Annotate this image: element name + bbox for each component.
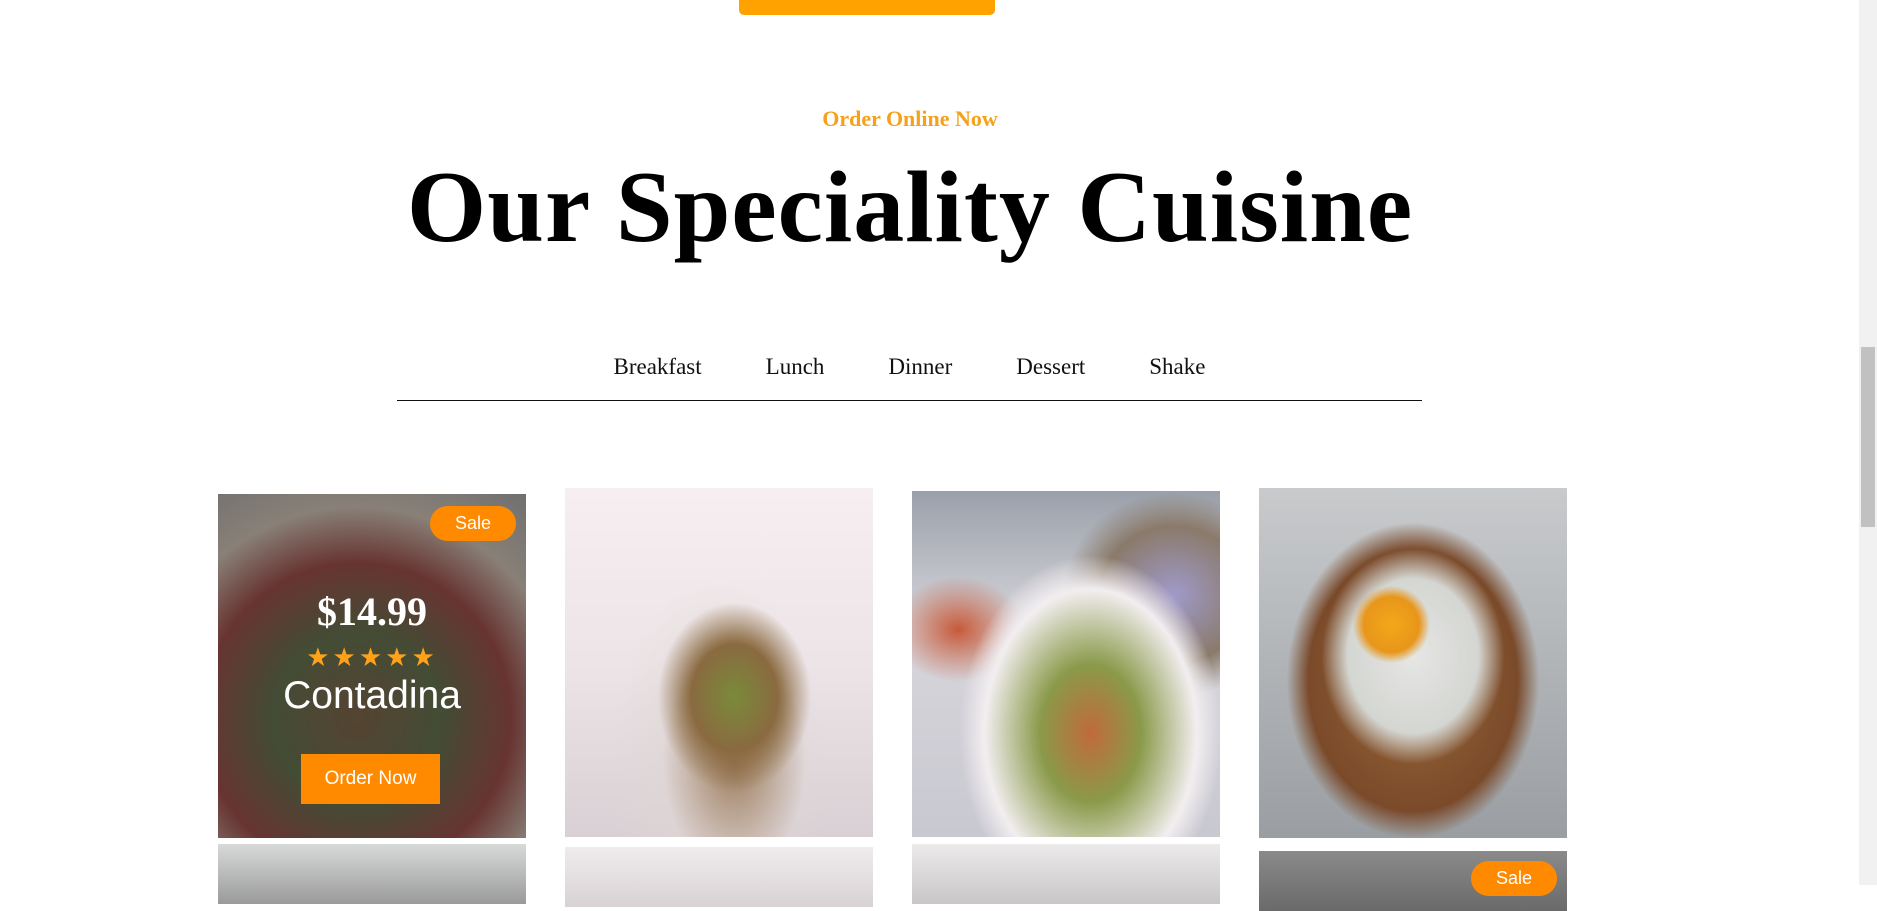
page-scrollbar[interactable] xyxy=(1859,0,1877,885)
tab-dinner[interactable]: Dinner xyxy=(888,350,952,400)
dish-image xyxy=(912,491,1220,837)
dish-image xyxy=(1259,488,1567,838)
dish-image xyxy=(565,847,873,907)
scrollbar-thumb[interactable] xyxy=(1861,347,1875,527)
rating-stars: ★★★★★ xyxy=(306,643,438,673)
top-action-button[interactable] xyxy=(739,0,995,15)
dish-name: Contadina xyxy=(283,674,461,717)
dish-image xyxy=(218,844,526,904)
dish-image xyxy=(912,844,1220,904)
dish-card[interactable] xyxy=(565,847,873,907)
tab-lunch[interactable]: Lunch xyxy=(766,350,825,400)
dish-card[interactable] xyxy=(912,491,1220,837)
section-eyebrow: Order Online Now xyxy=(822,106,998,131)
dish-card[interactable] xyxy=(565,488,873,837)
sale-badge: Sale xyxy=(1471,861,1557,896)
dish-price: $14.99 xyxy=(317,589,427,634)
menu-category-tabs: Breakfast Lunch Dinner Dessert Shake xyxy=(397,350,1422,401)
dish-card-featured[interactable]: Sale $14.99 ★★★★★ Contadina Order Now xyxy=(218,494,526,838)
section-title: Our Speciality Cuisine xyxy=(406,151,1414,264)
tab-shake[interactable]: Shake xyxy=(1149,350,1205,400)
dish-image xyxy=(565,488,873,837)
dish-card[interactable] xyxy=(912,844,1220,904)
tab-breakfast[interactable]: Breakfast xyxy=(614,350,702,400)
tab-dessert[interactable]: Dessert xyxy=(1016,350,1085,400)
sale-badge: Sale xyxy=(430,506,516,541)
order-now-button[interactable]: Order Now xyxy=(301,754,440,804)
dish-card[interactable] xyxy=(218,844,526,904)
dish-card[interactable] xyxy=(1259,488,1567,838)
dish-card[interactable]: Sale xyxy=(1259,851,1567,911)
